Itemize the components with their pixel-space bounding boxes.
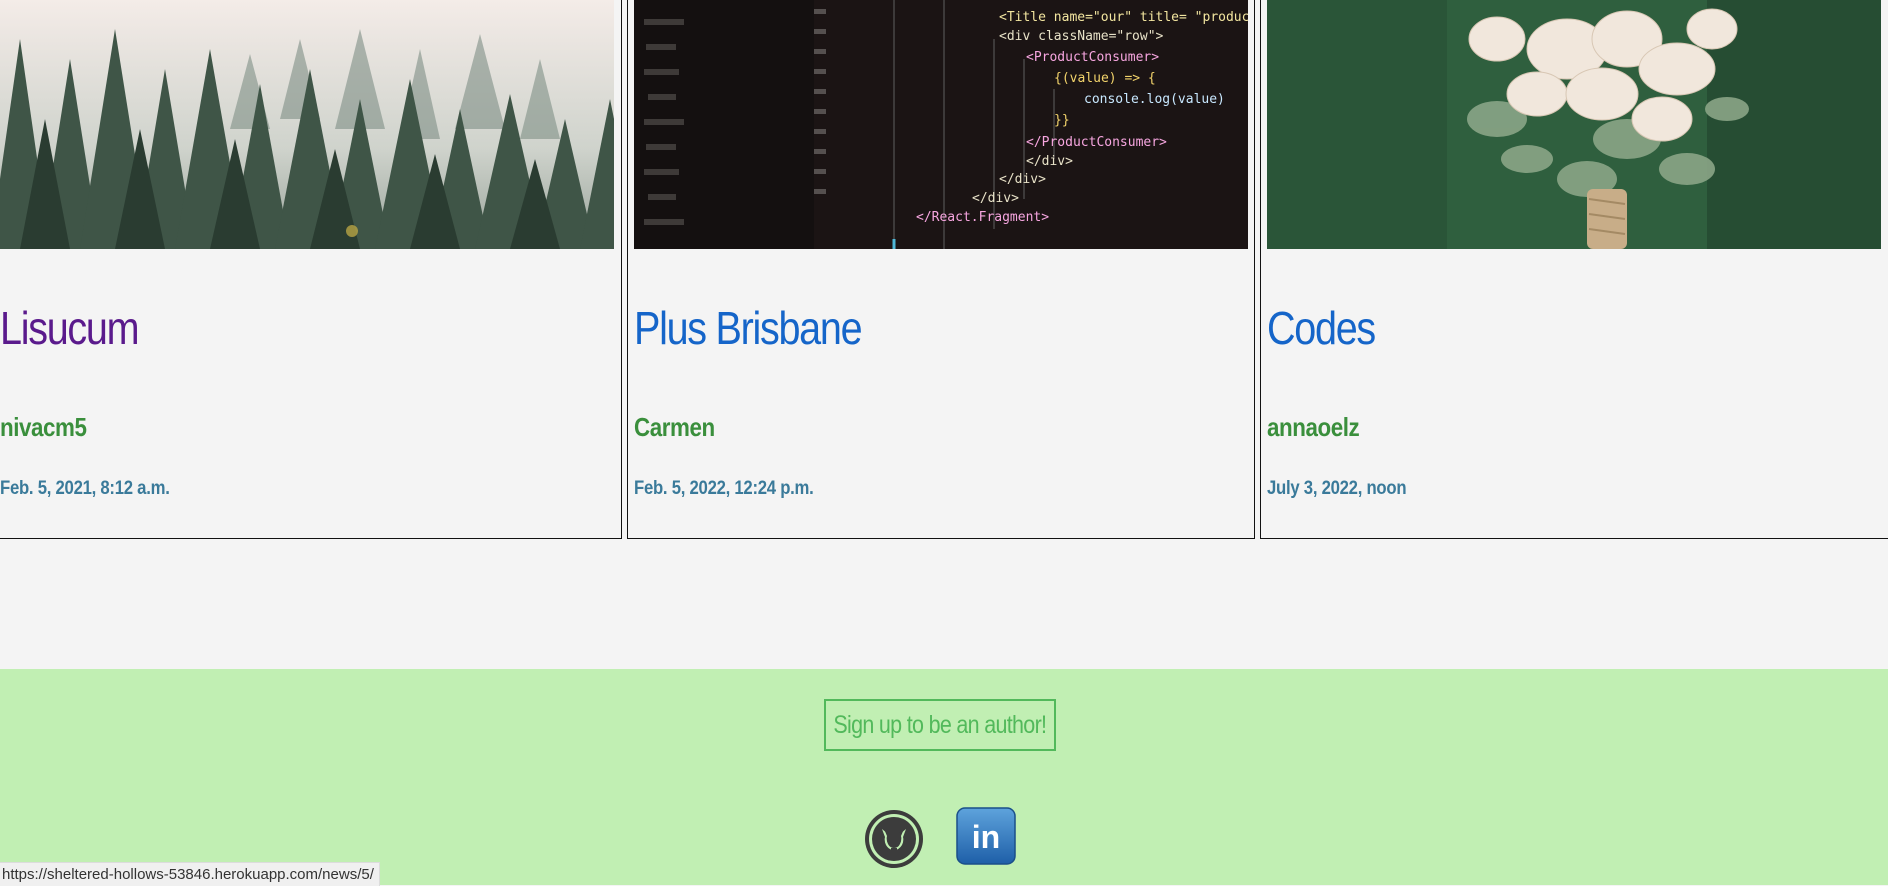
code-line: </ProductConsumer> [1026, 135, 1167, 150]
news-date: July 3, 2022, noon [1267, 478, 1407, 499]
code-line: {(value) => { [1054, 71, 1156, 86]
code-line: </div> [972, 191, 1019, 206]
linkedin-icon: in [956, 807, 1016, 865]
code-line: </div> [1026, 154, 1073, 169]
news-card[interactable]: <Title name="our" title= "product <div c… [627, 0, 1255, 539]
news-card[interactable]: Codes annaoelz July 3, 2022, noon [1260, 0, 1888, 539]
code-line: </React.Fragment> [916, 210, 1049, 225]
flower-bouquet-image[interactable] [1267, 0, 1881, 249]
browser-status-url: https://sheltered-hollows-53846.herokuap… [0, 862, 380, 886]
news-author: nivacm5 [0, 412, 87, 442]
code-line: <div className="row"> [999, 29, 1164, 44]
linkedin-link[interactable]: in [956, 807, 1018, 872]
signup-author-button[interactable]: Sign up to be an author! [824, 699, 1056, 751]
code-line: </div> [999, 172, 1046, 187]
github-icon [865, 810, 923, 868]
news-date: Feb. 5, 2021, 8:12 a.m. [0, 478, 170, 499]
news-title[interactable]: Lisucum [0, 301, 140, 355]
code-line: console.log(value) [1084, 92, 1225, 107]
code-editor-image[interactable]: <Title name="our" title= "product <div c… [634, 0, 1248, 249]
code-line: }} [1054, 113, 1070, 128]
news-title[interactable]: Codes [1267, 301, 1376, 355]
misty-forest-image[interactable] [0, 0, 614, 249]
linkedin-icon-text: in [972, 819, 1000, 855]
code-line: <Title name="our" title= "product [999, 10, 1248, 25]
news-card[interactable]: Lisucum nivacm5 Feb. 5, 2021, 8:12 a.m. [0, 0, 622, 539]
news-author: annaoelz [1267, 412, 1360, 442]
news-title[interactable]: Plus Brisbane [634, 301, 863, 355]
news-author: Carmen [634, 412, 715, 442]
news-date: Feb. 5, 2022, 12:24 p.m. [634, 478, 814, 499]
signup-author-label: Sign up to be an author! [833, 710, 1048, 739]
github-link[interactable] [862, 807, 926, 876]
site-footer: Sign up to be an author! in [0, 669, 1888, 885]
code-line: <ProductConsumer> [1026, 50, 1159, 65]
news-cards: Lisucum nivacm5 Feb. 5, 2021, 8:12 a.m. [0, 0, 1888, 541]
